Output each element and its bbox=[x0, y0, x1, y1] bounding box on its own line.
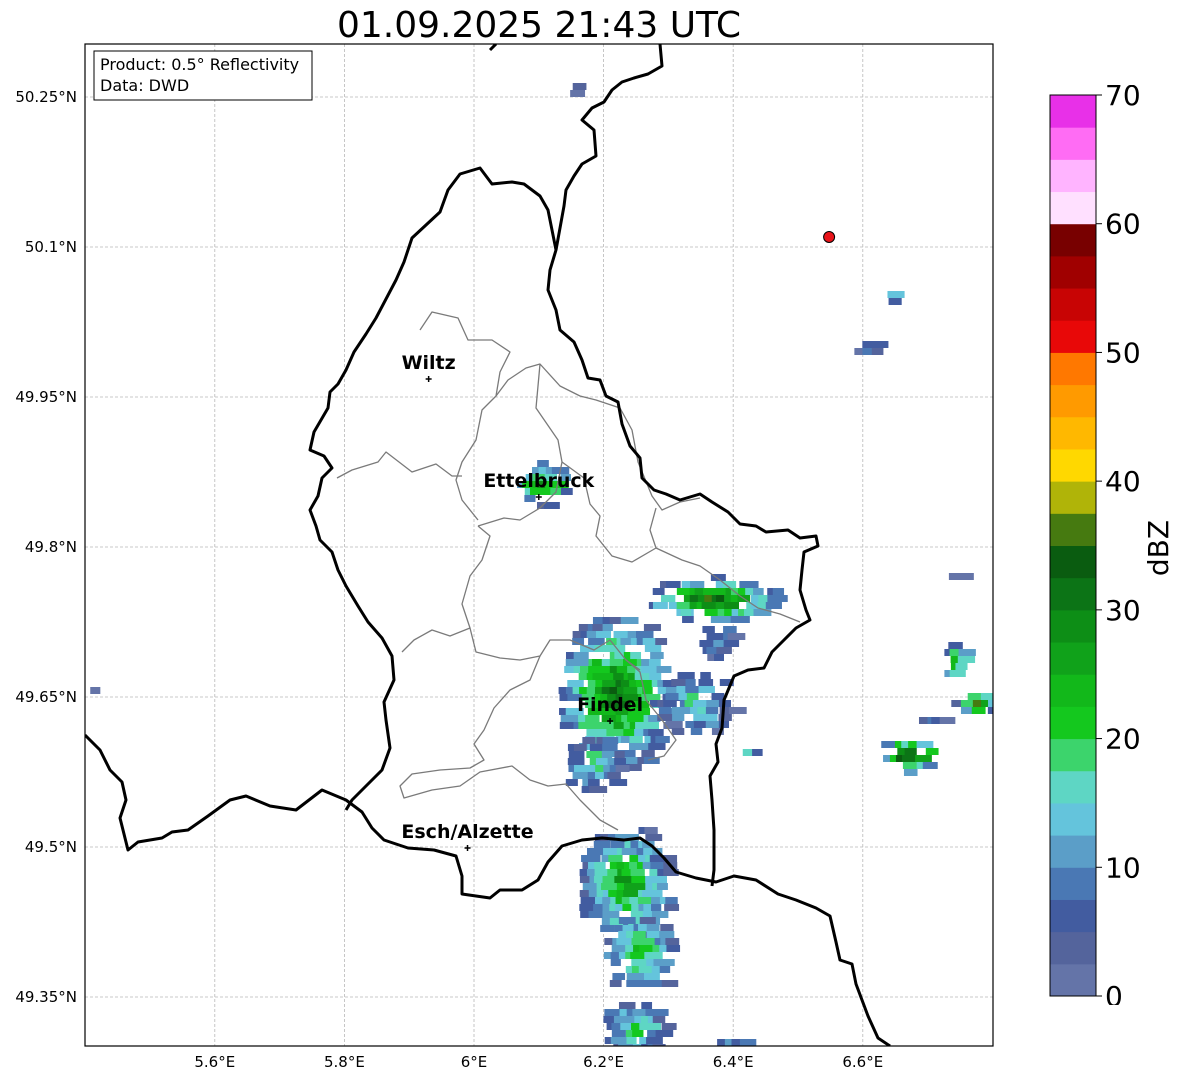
echo-cell bbox=[854, 341, 889, 355]
colorbar-bin bbox=[1050, 481, 1096, 514]
colorbar-bin bbox=[1050, 899, 1096, 933]
lat-tick-label: 49.8°N bbox=[25, 538, 77, 556]
colorbar-bin bbox=[1050, 577, 1096, 611]
colorbar-bin bbox=[1050, 159, 1096, 193]
echo-cell bbox=[887, 291, 905, 305]
colorbar-bin bbox=[1050, 738, 1096, 772]
colorbar-tick-label: 0 bbox=[1105, 980, 1123, 1005]
lon-tick-label: 6.6°E bbox=[842, 1053, 883, 1071]
colorbar-bin bbox=[1050, 416, 1096, 450]
echo-cell bbox=[948, 573, 974, 580]
colorbar-bin bbox=[1050, 609, 1096, 643]
lat-tick-label: 49.5°N bbox=[25, 838, 77, 856]
echo-cell bbox=[648, 574, 788, 623]
colorbar-bin bbox=[1050, 191, 1096, 225]
lat-tick-label: 49.65°N bbox=[15, 688, 77, 706]
colorbar-bin bbox=[1050, 95, 1096, 128]
echo-cell bbox=[951, 693, 993, 714]
colorbar-tick-label: 30 bbox=[1105, 594, 1141, 627]
echo-cell bbox=[717, 1039, 757, 1046]
colorbar-bin bbox=[1050, 706, 1096, 740]
echo-cell bbox=[565, 737, 630, 793]
echo-cell bbox=[570, 83, 587, 97]
colorbar-tick-label: 10 bbox=[1105, 851, 1141, 884]
colorbar-tick-label: 50 bbox=[1105, 336, 1141, 369]
city-label: Findel bbox=[577, 694, 643, 716]
colorbar-tick-label: 60 bbox=[1105, 208, 1141, 241]
lon-tick-label: 6°E bbox=[461, 1053, 488, 1071]
echo-cell bbox=[918, 717, 956, 724]
city-wiltz: Wiltz bbox=[402, 352, 456, 382]
colorbar-bin bbox=[1050, 513, 1096, 546]
colorbar-bin bbox=[1050, 770, 1096, 804]
radar-echoes bbox=[90, 83, 993, 1046]
colorbar-bin bbox=[1050, 963, 1096, 997]
colorbar-bin bbox=[1050, 931, 1096, 965]
colorbar-bin bbox=[1050, 223, 1096, 257]
colorbar-bin bbox=[1050, 127, 1096, 160]
lat-tick-label: 49.95°N bbox=[15, 388, 77, 406]
lat-tick-label: 50.1°N bbox=[25, 238, 77, 256]
colorbar-bin bbox=[1050, 867, 1096, 900]
lat-tick-label: 49.35°N bbox=[15, 988, 77, 1006]
colorbar-bin bbox=[1050, 448, 1096, 482]
echo-cell bbox=[603, 1002, 677, 1046]
echo-cell bbox=[699, 626, 746, 661]
colorbar-bin bbox=[1050, 674, 1096, 707]
colorbar-bin bbox=[1050, 642, 1096, 675]
canton-boundaries bbox=[336, 311, 801, 831]
colorbar-bin bbox=[1050, 802, 1096, 836]
colorbar-bins bbox=[1050, 95, 1096, 997]
colorbar-bin bbox=[1050, 320, 1096, 353]
data-source-label: Data: DWD bbox=[100, 76, 189, 95]
colorbar-tick-label: 40 bbox=[1105, 465, 1141, 498]
colorbar-bin bbox=[1050, 384, 1096, 418]
radar-map: Wiltz Ettelbruck Findel Esch/Alzette 50.25°… bbox=[15, 43, 994, 1071]
lon-tick-label: 5.8°E bbox=[324, 1053, 365, 1071]
colorbar-tick-label: 70 bbox=[1105, 85, 1141, 112]
echo-cell bbox=[90, 687, 101, 694]
city-ettelbruck: Ettelbruck bbox=[483, 470, 595, 500]
product-label: Product: 0.5° Reflectivity bbox=[100, 55, 299, 74]
lon-tick-label: 6.2°E bbox=[583, 1053, 624, 1071]
city-label: Wiltz bbox=[402, 352, 456, 374]
echo-cell bbox=[742, 749, 763, 756]
city-esch-alzette: Esch/Alzette bbox=[401, 821, 534, 851]
colorbar: 0 10 20 30 40 50 60 70 dBZ bbox=[1049, 85, 1175, 1005]
city-label: Ettelbruck bbox=[483, 470, 594, 492]
lat-tick-label: 50.25°N bbox=[15, 88, 77, 106]
colorbar-bin bbox=[1050, 352, 1096, 386]
colorbar-bin bbox=[1050, 545, 1096, 579]
lon-tick-label: 6.4°E bbox=[713, 1053, 754, 1071]
radar-site-marker bbox=[823, 231, 836, 243]
colorbar-tick-label: 20 bbox=[1105, 723, 1141, 756]
info-box: Product: 0.5° Reflectivity Data: DWD bbox=[93, 50, 313, 101]
echo-cell bbox=[881, 741, 939, 776]
axis-tick-labels: 50.25°N 50.1°N 49.95°N 49.8°N 49.65°N 49.5°N 4… bbox=[15, 88, 883, 1071]
city-label: Esch/Alzette bbox=[401, 821, 533, 843]
lon-tick-label: 5.6°E bbox=[194, 1053, 235, 1071]
echo-cell bbox=[944, 642, 976, 677]
colorbar-ticks: 0 10 20 30 40 50 60 70 bbox=[1096, 85, 1141, 1005]
colorbar-bin bbox=[1050, 288, 1096, 321]
colorbar-bin bbox=[1050, 255, 1096, 289]
colorbar-label: dBZ bbox=[1142, 520, 1175, 576]
colorbar-bin bbox=[1050, 835, 1096, 868]
